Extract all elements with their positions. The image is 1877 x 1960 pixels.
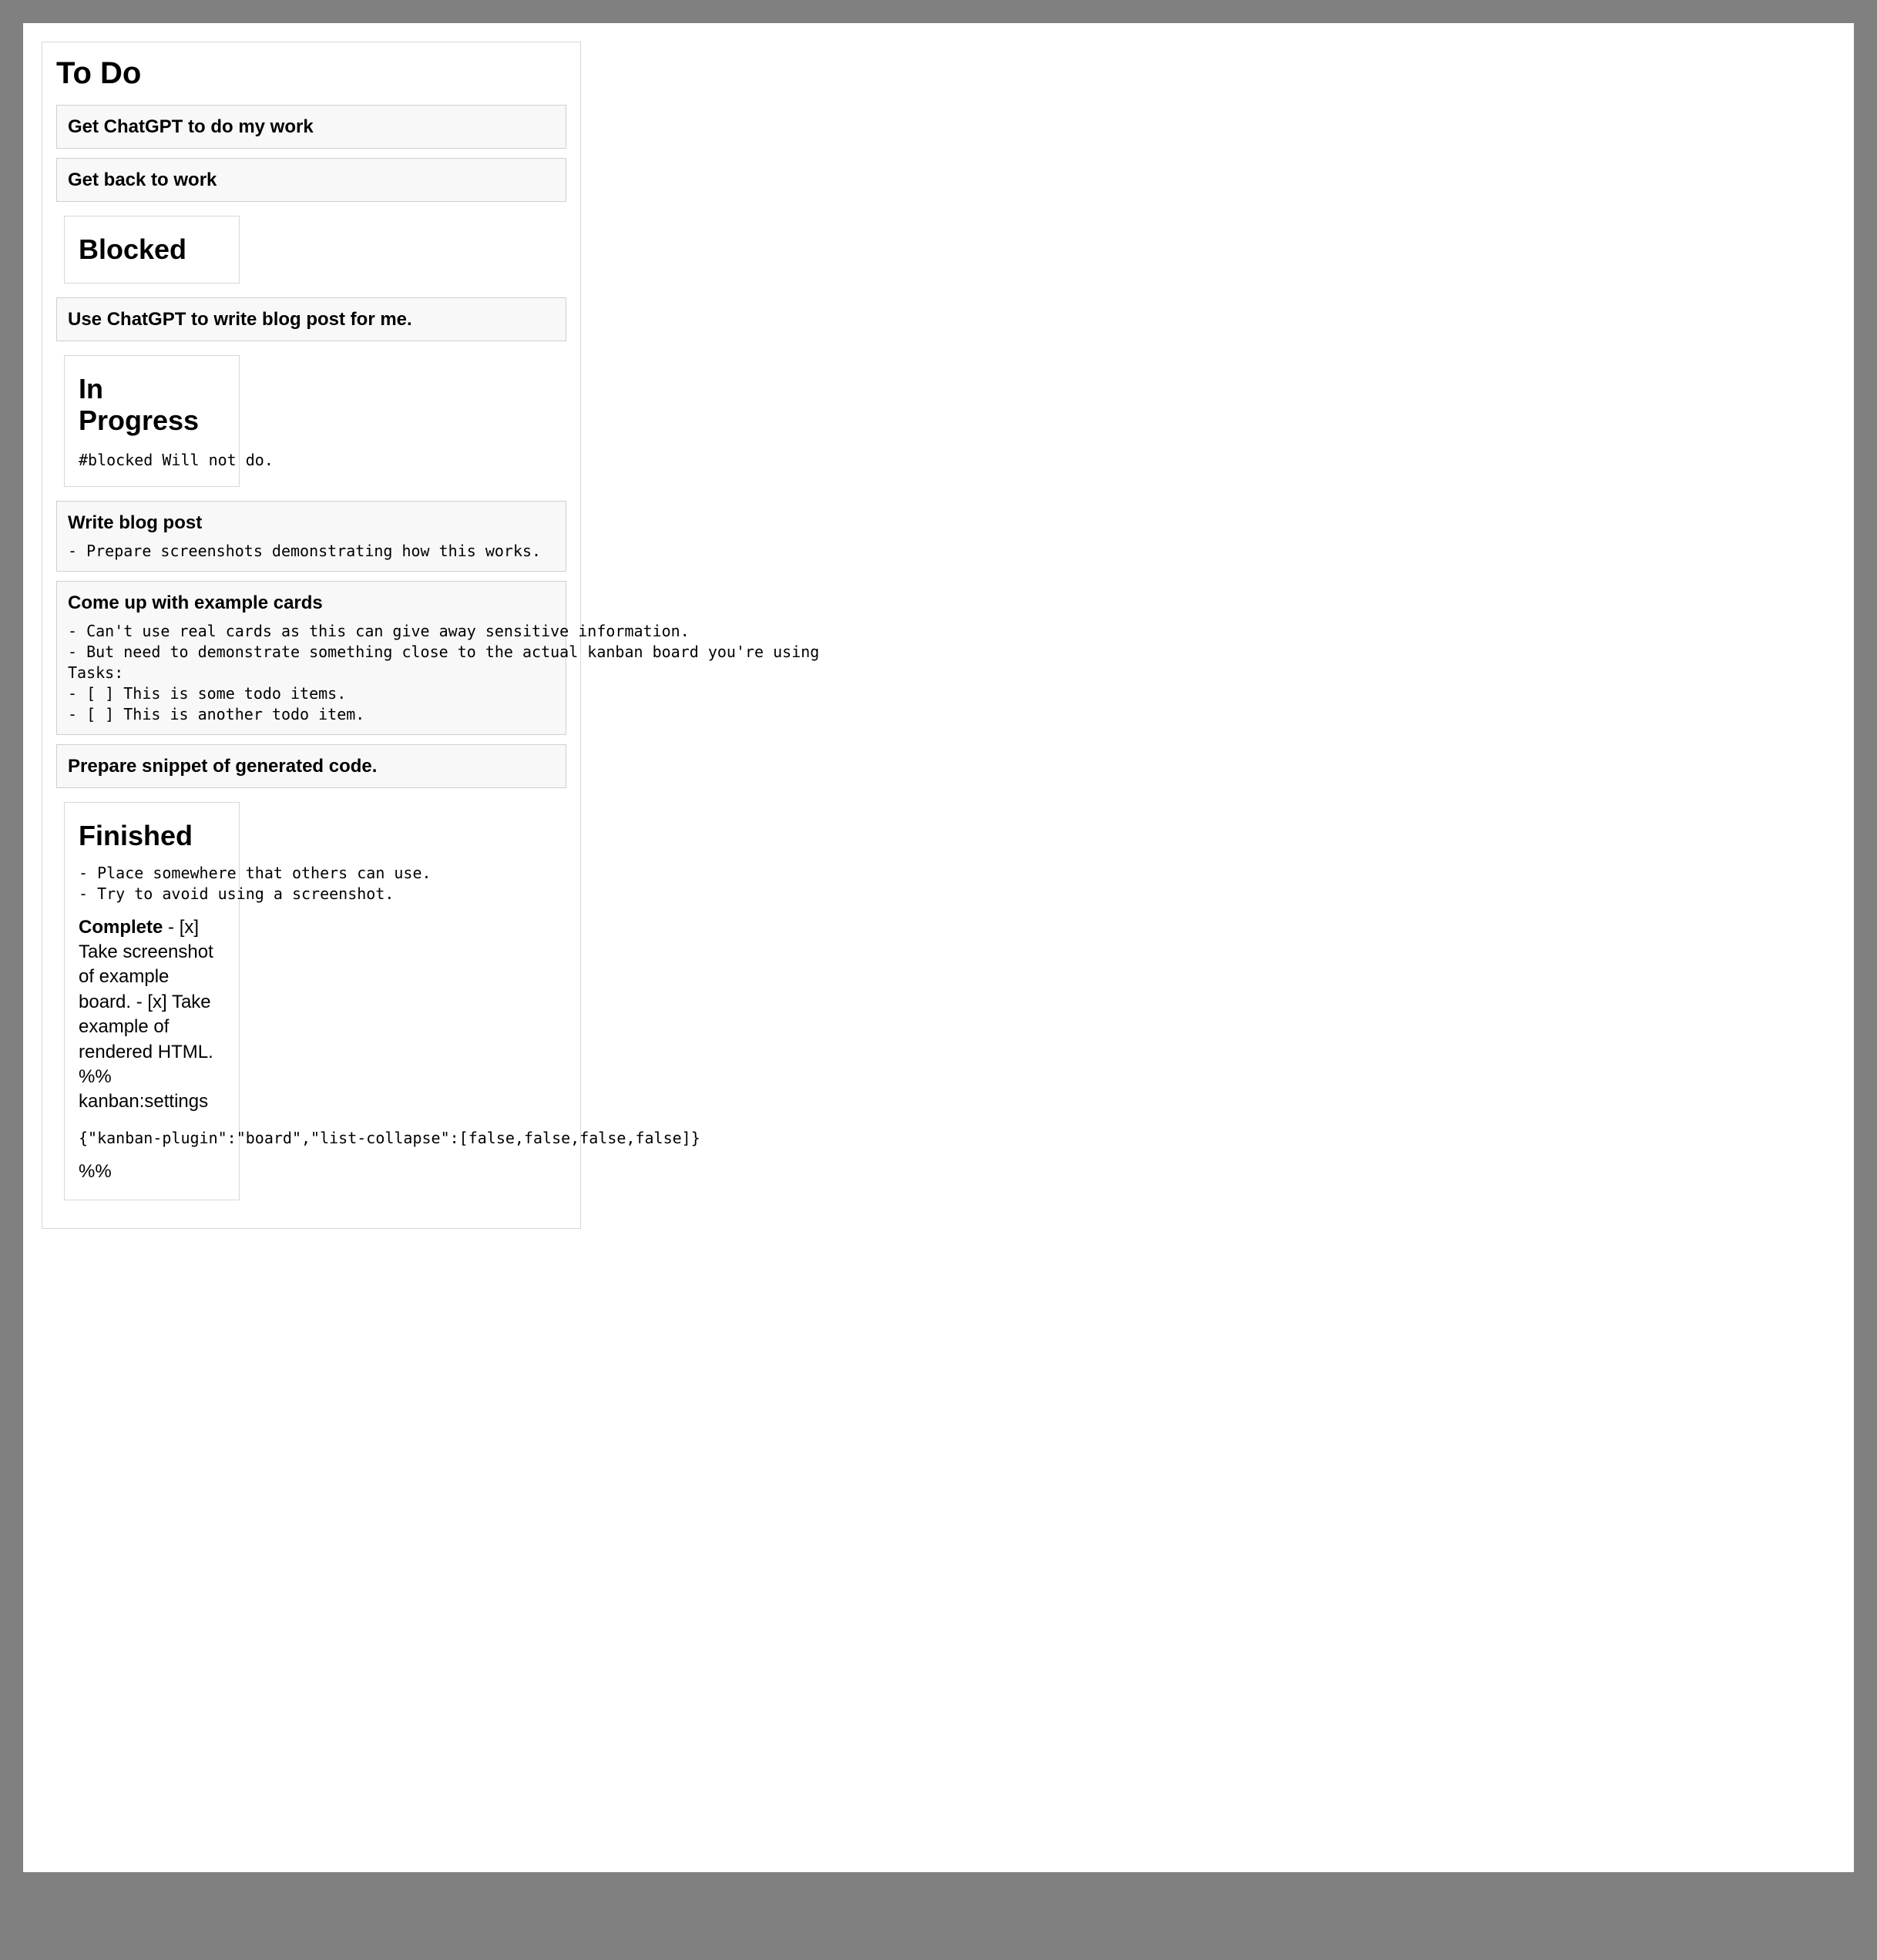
card[interactable]: Come up with example cards - Can't use r… — [56, 581, 566, 735]
card-title: Use ChatGPT to write blog post for me. — [68, 307, 555, 331]
page: To Do Get ChatGPT to do my work Get back… — [23, 23, 1854, 1872]
card-body: - Prepare screenshots demonstrating how … — [68, 541, 555, 562]
card-body: - Can't use real cards as this can give … — [68, 621, 555, 725]
card-title: Write blog post — [68, 511, 555, 535]
finished-pct: %% — [79, 1161, 225, 1183]
card-title: Get ChatGPT to do my work — [68, 115, 555, 139]
finished-body: - Place somewhere that others can use. -… — [79, 863, 225, 904]
inprogress-box: In Progress #blocked Will not do. — [64, 355, 240, 487]
complete-label: Complete — [79, 917, 163, 938]
column-title-finished: Finished — [79, 820, 225, 851]
card[interactable]: Get back to work — [56, 158, 566, 202]
finished-json: {"kanban-plugin":"board","list-collapse"… — [79, 1129, 225, 1147]
card-title: Come up with example cards — [68, 591, 555, 615]
finished-box: Finished - Place somewhere that others c… — [64, 802, 240, 1200]
blocked-box: Blocked — [64, 216, 240, 283]
card[interactable]: Prepare snippet of generated code. — [56, 744, 566, 788]
card[interactable]: Use ChatGPT to write blog post for me. — [56, 297, 566, 341]
card[interactable]: Get ChatGPT to do my work — [56, 105, 566, 149]
column-title-blocked: Blocked — [79, 233, 225, 265]
finished-complete: Complete - [x] Take screenshot of exampl… — [79, 915, 225, 1115]
kanban-column: To Do Get ChatGPT to do my work Get back… — [42, 42, 581, 1229]
card-title: Get back to work — [68, 168, 555, 192]
complete-text: - [x] Take screenshot of example board. … — [79, 917, 213, 1113]
inprogress-note: #blocked Will not do. — [79, 451, 225, 469]
card-title: Prepare snippet of generated code. — [68, 754, 555, 778]
card[interactable]: Write blog post - Prepare screenshots de… — [56, 501, 566, 572]
column-title-inprogress: In Progress — [79, 373, 225, 437]
column-title-todo: To Do — [56, 56, 566, 91]
